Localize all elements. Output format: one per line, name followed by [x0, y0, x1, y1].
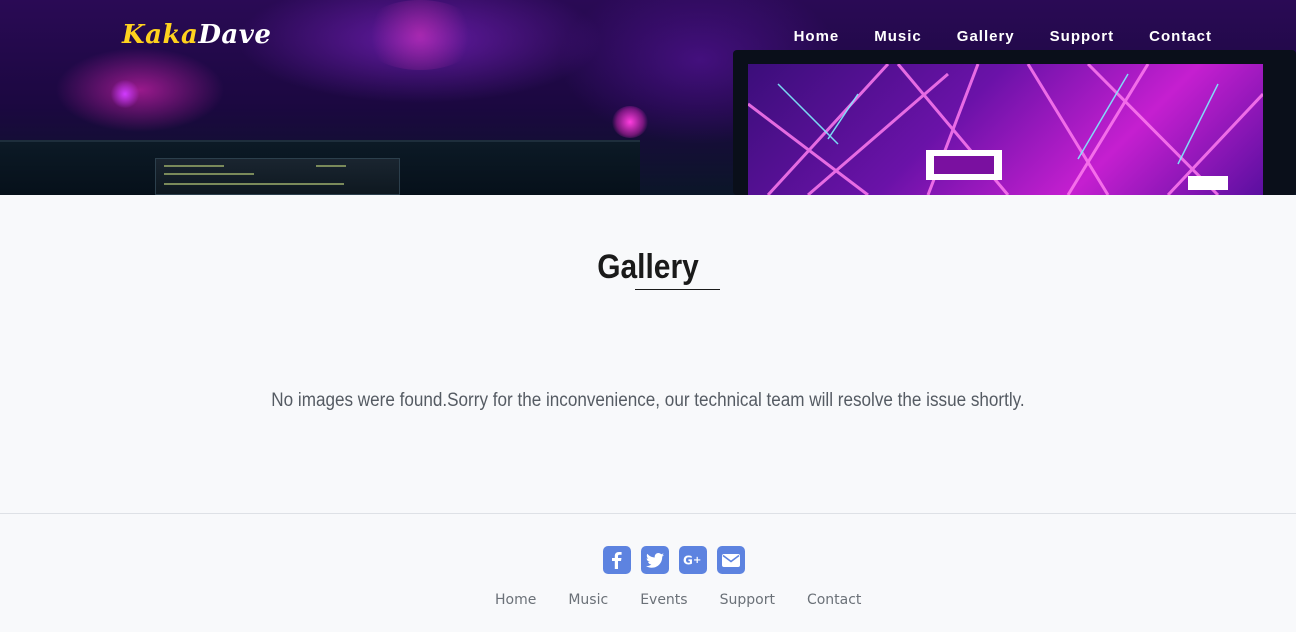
footer-link-home[interactable]: Home	[495, 592, 536, 608]
footer-divider	[0, 513, 1296, 514]
brand-logo[interactable]: KakaDave	[122, 20, 271, 50]
footer-link-contact[interactable]: Contact	[807, 592, 861, 608]
stage-light	[110, 80, 140, 108]
main-nav: Home Music Gallery Support Contact	[794, 28, 1212, 45]
stage-light	[360, 0, 480, 70]
footer-link-events[interactable]: Events	[640, 592, 687, 608]
svg-text:G: G	[683, 554, 693, 568]
footer-nav: Home Music Events Support Contact	[495, 592, 861, 608]
footer-link-music[interactable]: Music	[568, 592, 608, 608]
stage-light	[612, 106, 648, 138]
nav-item-music[interactable]: Music	[874, 28, 922, 45]
nav-item-gallery[interactable]: Gallery	[957, 28, 1015, 45]
footer-link-support[interactable]: Support	[720, 592, 775, 608]
nav-item-support[interactable]: Support	[1050, 28, 1115, 45]
nav-item-home[interactable]: Home	[794, 28, 840, 45]
title-underline	[635, 289, 720, 290]
dj-deck-screen	[155, 158, 400, 195]
facebook-icon[interactable]	[603, 546, 631, 574]
svg-text:+: +	[693, 555, 701, 566]
envelope-icon[interactable]	[717, 546, 745, 574]
brand-logo-part2: Dave	[198, 20, 272, 50]
page-title: Gallery	[597, 248, 699, 286]
nav-item-contact[interactable]: Contact	[1149, 28, 1212, 45]
twitter-icon[interactable]	[641, 546, 669, 574]
social-links: G +	[603, 546, 745, 574]
google-plus-icon[interactable]: G +	[679, 546, 707, 574]
brand-logo-part1: Kaka	[122, 20, 199, 50]
empty-gallery-message: No images were found.Sorry for the incon…	[271, 390, 1025, 411]
monitor-screen-lasers	[748, 64, 1263, 195]
